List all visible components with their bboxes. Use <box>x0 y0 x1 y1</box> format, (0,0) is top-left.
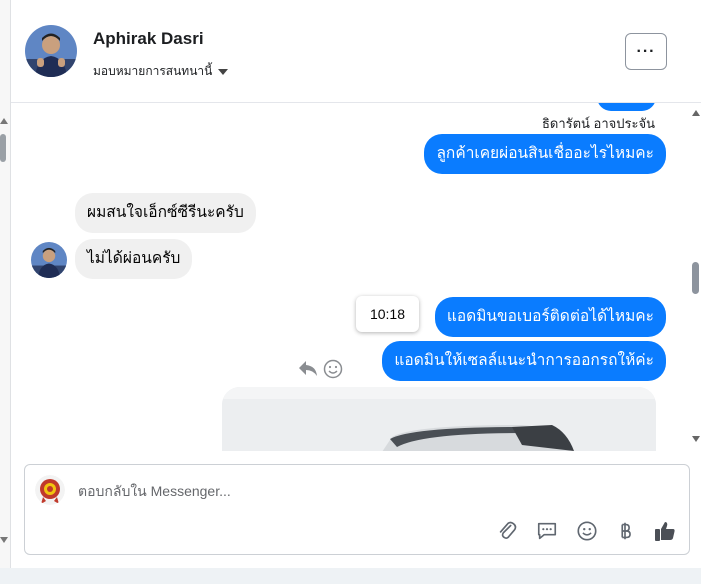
reply-input[interactable] <box>78 483 558 499</box>
conversation-header: Aphirak Dasri มอบหมายการสนทนานี้ ··· <box>11 0 701 103</box>
image-attachment[interactable] <box>222 387 656 451</box>
more-options-button[interactable]: ··· <box>625 33 667 70</box>
reply-composer <box>24 464 690 555</box>
message-text: ไม่ได้ผ่อนครับ <box>87 250 181 267</box>
thumbs-up-icon[interactable] <box>653 519 677 543</box>
message-bubble-outgoing[interactable]: แอดมินให้เซลล์แนะนำการออกรถให้ค่ะ <box>382 341 666 381</box>
chat-bubble-icon[interactable] <box>535 519 559 543</box>
scroll-down-arrow-icon[interactable] <box>0 537 8 543</box>
scroll-up-arrow-icon[interactable] <box>0 118 8 124</box>
baht-icon[interactable] <box>613 519 637 543</box>
emoji-icon[interactable] <box>575 519 599 543</box>
sender-name: ธิดารัตน์ อาจประจัน <box>541 116 655 131</box>
message-text: ลูกค้าเคยผ่อนสินเชื่ออะไรไหมคะ <box>436 145 654 162</box>
message-text: แอดมินให้เซลล์แนะนำการออกรถให้ค่ะ <box>394 352 654 369</box>
reply-icon[interactable] <box>298 359 318 382</box>
message-bubble-incoming[interactable]: ผมสนใจเอ็กซ์ซีรีนะครับ <box>75 193 256 233</box>
timestamp-tooltip: 10:18 <box>356 296 419 332</box>
contact-avatar-small[interactable] <box>31 242 67 278</box>
assign-conversation-dropdown[interactable]: มอบหมายการสนทนานี้ <box>93 62 229 81</box>
conversation-panel: Aphirak Dasri มอบหมายการสนทนานี้ ··· ธิด… <box>10 0 701 568</box>
outer-scrollbar[interactable] <box>0 0 10 568</box>
message-bubble-outgoing[interactable]: ลูกค้าเคยผ่อนสินเชื่ออะไรไหมคะ <box>424 134 666 174</box>
message-text: ผมสนใจเอ็กซ์ซีรีนะครับ <box>87 204 244 221</box>
chat-scroll-thumb[interactable] <box>692 262 699 294</box>
react-icon[interactable] <box>323 359 343 384</box>
chevron-down-icon <box>218 68 229 75</box>
previous-message-bubble <box>597 103 656 111</box>
contact-name[interactable]: Aphirak Dasri <box>93 29 204 49</box>
chat-scroll-up-arrow-icon[interactable] <box>692 110 700 116</box>
contact-avatar[interactable] <box>25 25 77 77</box>
message-thread: ธิดารัตน์ อาจประจัน ลูกค้าเคยผ่อนสินเชื่… <box>11 103 701 451</box>
assign-label: มอบหมายการสนทนานี้ <box>93 64 213 78</box>
page-avatar <box>35 475 65 505</box>
chat-scroll-down-arrow-icon[interactable] <box>692 436 700 442</box>
paperclip-icon[interactable] <box>495 519 519 543</box>
scroll-thumb[interactable] <box>0 134 6 162</box>
message-bubble-outgoing[interactable]: แอดมินขอเบอร์ติดต่อได้ไหมคะ <box>434 297 666 337</box>
message-bubble-incoming[interactable]: ไม่ได้ผ่อนครับ <box>75 239 193 279</box>
message-text: แอดมินขอเบอร์ติดต่อได้ไหมคะ <box>446 308 654 325</box>
more-icon: ··· <box>636 42 656 60</box>
